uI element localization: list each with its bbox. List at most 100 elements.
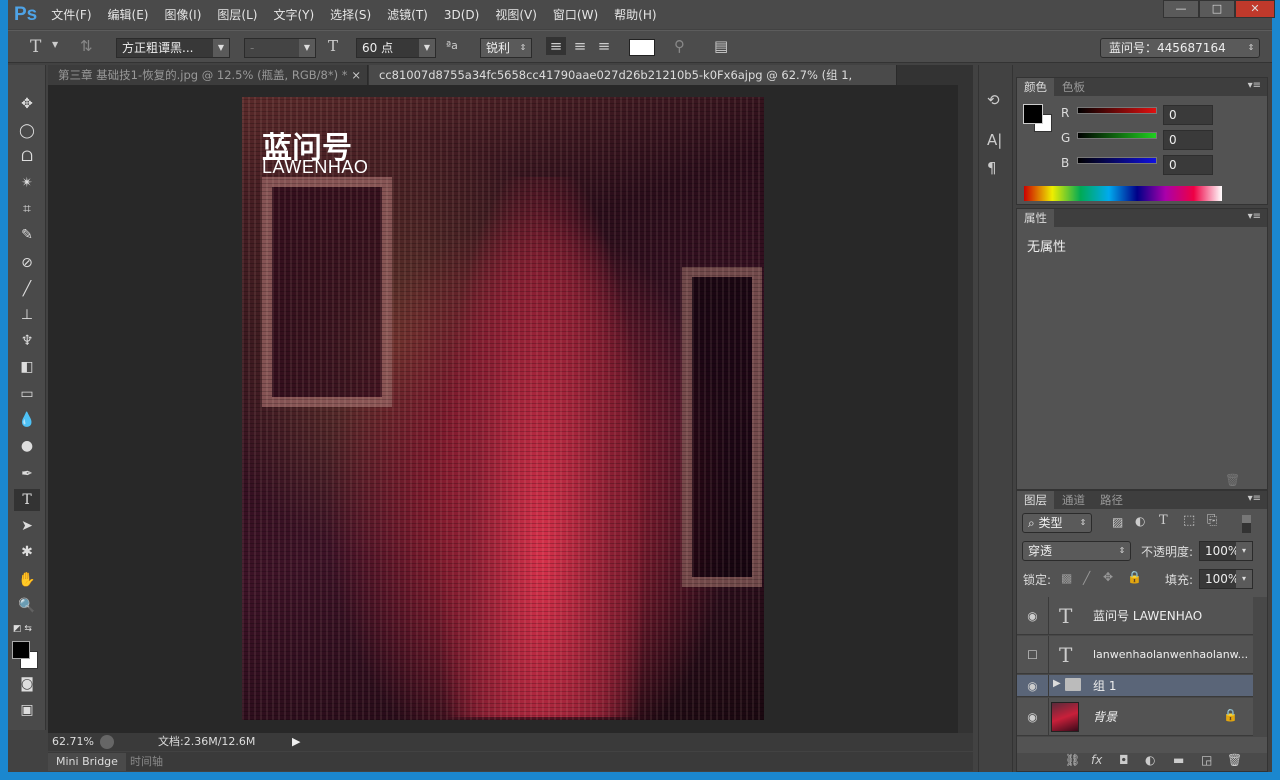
screen-mode-icon[interactable]: ▣ bbox=[14, 699, 40, 721]
menu-select[interactable]: 选择(S) bbox=[330, 6, 371, 23]
b-value-input[interactable]: 0 bbox=[1163, 155, 1213, 175]
history-brush-icon[interactable]: ♆ bbox=[14, 330, 40, 352]
eye-icon[interactable]: ◉ bbox=[1017, 698, 1049, 736]
r-slider[interactable] bbox=[1077, 107, 1157, 114]
font-style-select[interactable]: - ▼ bbox=[244, 38, 316, 58]
tab-layers[interactable]: 图层 bbox=[1017, 491, 1054, 509]
filter-shape-icon[interactable]: ⬚ bbox=[1183, 513, 1195, 528]
tab-document-1[interactable]: 第三章 基础技1-恢复的.jpg @ 12.5% (瓶盖, RGB/8*) * × bbox=[48, 65, 368, 85]
preset-dropdown-icon[interactable]: ▼ bbox=[52, 40, 58, 49]
adjustment-layer-icon[interactable]: ◐ bbox=[1145, 753, 1155, 767]
zoom-level[interactable]: 62.71% bbox=[52, 733, 94, 751]
new-layer-icon[interactable]: ◲ bbox=[1201, 753, 1212, 767]
menu-filter[interactable]: 滤镜(T) bbox=[387, 6, 428, 23]
tab-timeline[interactable]: 时间轴 bbox=[122, 753, 171, 771]
layer-filter-select[interactable]: ⌕ 类型 ⇕ bbox=[1022, 513, 1092, 533]
menu-edit[interactable]: 编辑(E) bbox=[108, 6, 149, 23]
menu-help[interactable]: 帮助(H) bbox=[614, 6, 656, 23]
tab-mini-bridge[interactable]: Mini Bridge bbox=[48, 753, 126, 771]
paragraph-icon[interactable]: ¶ bbox=[987, 159, 997, 177]
opacity-input[interactable]: 100% ▾ bbox=[1199, 541, 1253, 561]
healing-brush-icon[interactable]: ⊘ bbox=[14, 252, 40, 274]
path-select-icon[interactable]: ➤ bbox=[14, 515, 40, 537]
magic-wand-icon[interactable]: ✴ bbox=[14, 172, 40, 194]
filter-adjustment-icon[interactable]: ◐ bbox=[1135, 514, 1145, 528]
orientation-toggle-icon[interactable]: ⇅ bbox=[80, 37, 93, 55]
add-mask-icon[interactable]: ◘ bbox=[1119, 753, 1129, 767]
menu-window[interactable]: 窗口(W) bbox=[553, 6, 598, 23]
expand-arrow-icon[interactable]: ▶ bbox=[1053, 678, 1061, 689]
menu-type[interactable]: 文字(Y) bbox=[273, 6, 314, 23]
tab-document-2[interactable]: cc81007d8755a34fc5658cc41790aae027d26b21… bbox=[369, 65, 897, 102]
gradient-tool-icon[interactable]: ▭ bbox=[14, 383, 40, 405]
status-menu-icon[interactable] bbox=[100, 735, 114, 749]
warp-text-icon[interactable]: ⚲ bbox=[674, 37, 685, 55]
g-slider[interactable] bbox=[1077, 132, 1157, 139]
default-colors-icon[interactable]: ◩ ⇆ bbox=[13, 624, 32, 634]
text-color-swatch[interactable] bbox=[629, 39, 655, 56]
type-tool-icon[interactable]: T bbox=[14, 489, 40, 511]
panel-menu-icon[interactable]: ▾≡ bbox=[1248, 493, 1261, 504]
visibility-off-box[interactable]: ☐ bbox=[1017, 636, 1049, 674]
align-right-icon[interactable]: ≡ bbox=[594, 37, 614, 55]
r-value-input[interactable]: 0 bbox=[1163, 105, 1213, 125]
pen-tool-icon[interactable]: ✒ bbox=[14, 463, 40, 485]
trash-icon[interactable]: 🗑 bbox=[1225, 473, 1240, 487]
filter-smart-object-icon[interactable]: ⎘ bbox=[1207, 513, 1217, 528]
delete-layer-icon[interactable]: 🗑 bbox=[1227, 753, 1242, 767]
lock-pixels-icon[interactable]: ╱ bbox=[1083, 571, 1090, 585]
filter-type-icon[interactable]: T bbox=[1159, 513, 1168, 528]
crop-tool-icon[interactable]: ⌗ bbox=[14, 198, 40, 220]
link-layers-icon[interactable]: ⛓ bbox=[1065, 753, 1080, 767]
layer-row[interactable]: ☐ Tlanwenhaolanwenhaolanw... bbox=[1017, 636, 1253, 674]
lock-position-icon[interactable]: ✥ bbox=[1103, 570, 1113, 584]
tab-properties[interactable]: 属性 bbox=[1017, 209, 1054, 227]
menu-3d[interactable]: 3D(D) bbox=[444, 8, 479, 22]
minimize-button[interactable]: — bbox=[1163, 0, 1199, 18]
panel-menu-icon[interactable]: ▾≡ bbox=[1248, 211, 1261, 222]
lasso-tool-icon[interactable]: ᗝ bbox=[14, 146, 40, 168]
foreground-color-swatch[interactable] bbox=[12, 641, 30, 659]
zoom-tool-icon[interactable]: 🔍 bbox=[14, 595, 40, 617]
font-family-select[interactable]: 方正粗谭黑... ▼ bbox=[116, 38, 230, 58]
eye-icon[interactable]: ◉ bbox=[1017, 597, 1049, 635]
foreground-swatch[interactable] bbox=[1023, 104, 1043, 124]
tab-color[interactable]: 颜色 bbox=[1017, 78, 1054, 96]
character-panel-icon[interactable]: ▤ bbox=[714, 37, 728, 55]
filter-pixel-icon[interactable]: ▨ bbox=[1112, 515, 1123, 529]
layer-row[interactable]: ◉ 背景 🔒 bbox=[1017, 698, 1253, 736]
hand-tool-icon[interactable]: ✋ bbox=[14, 569, 40, 591]
menu-image[interactable]: 图像(I) bbox=[164, 6, 201, 23]
new-group-icon[interactable]: ▬ bbox=[1173, 753, 1184, 767]
type-tool-preset-icon[interactable]: T bbox=[30, 37, 41, 57]
align-left-icon[interactable]: ≡ bbox=[546, 37, 566, 55]
fx-icon[interactable]: fx bbox=[1091, 753, 1102, 767]
menu-view[interactable]: 视图(V) bbox=[495, 6, 537, 23]
stamp-tool-icon[interactable]: ⊥ bbox=[14, 304, 40, 326]
menu-layer[interactable]: 图层(L) bbox=[217, 6, 257, 23]
dodge-tool-icon[interactable]: ● bbox=[14, 435, 40, 457]
color-spectrum[interactable] bbox=[1024, 186, 1222, 201]
eraser-icon[interactable]: ◧ bbox=[14, 356, 40, 378]
layer-row-selected[interactable]: ◉ ▶ 组 1 bbox=[1017, 675, 1253, 697]
tab-channels[interactable]: 通道 bbox=[1055, 491, 1092, 509]
tab-paths[interactable]: 路径 bbox=[1093, 491, 1130, 509]
brush-tool-icon[interactable]: ╱ bbox=[14, 278, 40, 300]
lock-all-icon[interactable]: 🔒 bbox=[1127, 570, 1142, 584]
workspace-select[interactable]: 蓝问号：445687164 ⇕ bbox=[1100, 38, 1260, 58]
blur-tool-icon[interactable]: 💧 bbox=[14, 409, 40, 431]
g-value-input[interactable]: 0 bbox=[1163, 130, 1213, 150]
font-size-select[interactable]: 60 点 ▼ bbox=[356, 38, 436, 58]
b-slider[interactable] bbox=[1077, 157, 1157, 164]
shape-tool-icon[interactable]: ✱ bbox=[14, 541, 40, 563]
vertical-scrollbar[interactable] bbox=[958, 85, 973, 733]
blend-mode-select[interactable]: 穿透 ⇕ bbox=[1022, 541, 1131, 561]
filter-toggle[interactable] bbox=[1242, 515, 1251, 533]
character-icon[interactable]: A| bbox=[987, 131, 1002, 149]
marquee-tool-icon[interactable]: ◯ bbox=[14, 120, 40, 142]
move-tool-icon[interactable]: ✥ bbox=[14, 93, 40, 115]
quick-mask-icon[interactable]: ◙ bbox=[14, 673, 40, 695]
maximize-button[interactable]: □ bbox=[1199, 0, 1235, 18]
close-icon[interactable]: × bbox=[351, 65, 361, 85]
close-button[interactable]: ✕ bbox=[1235, 0, 1275, 18]
